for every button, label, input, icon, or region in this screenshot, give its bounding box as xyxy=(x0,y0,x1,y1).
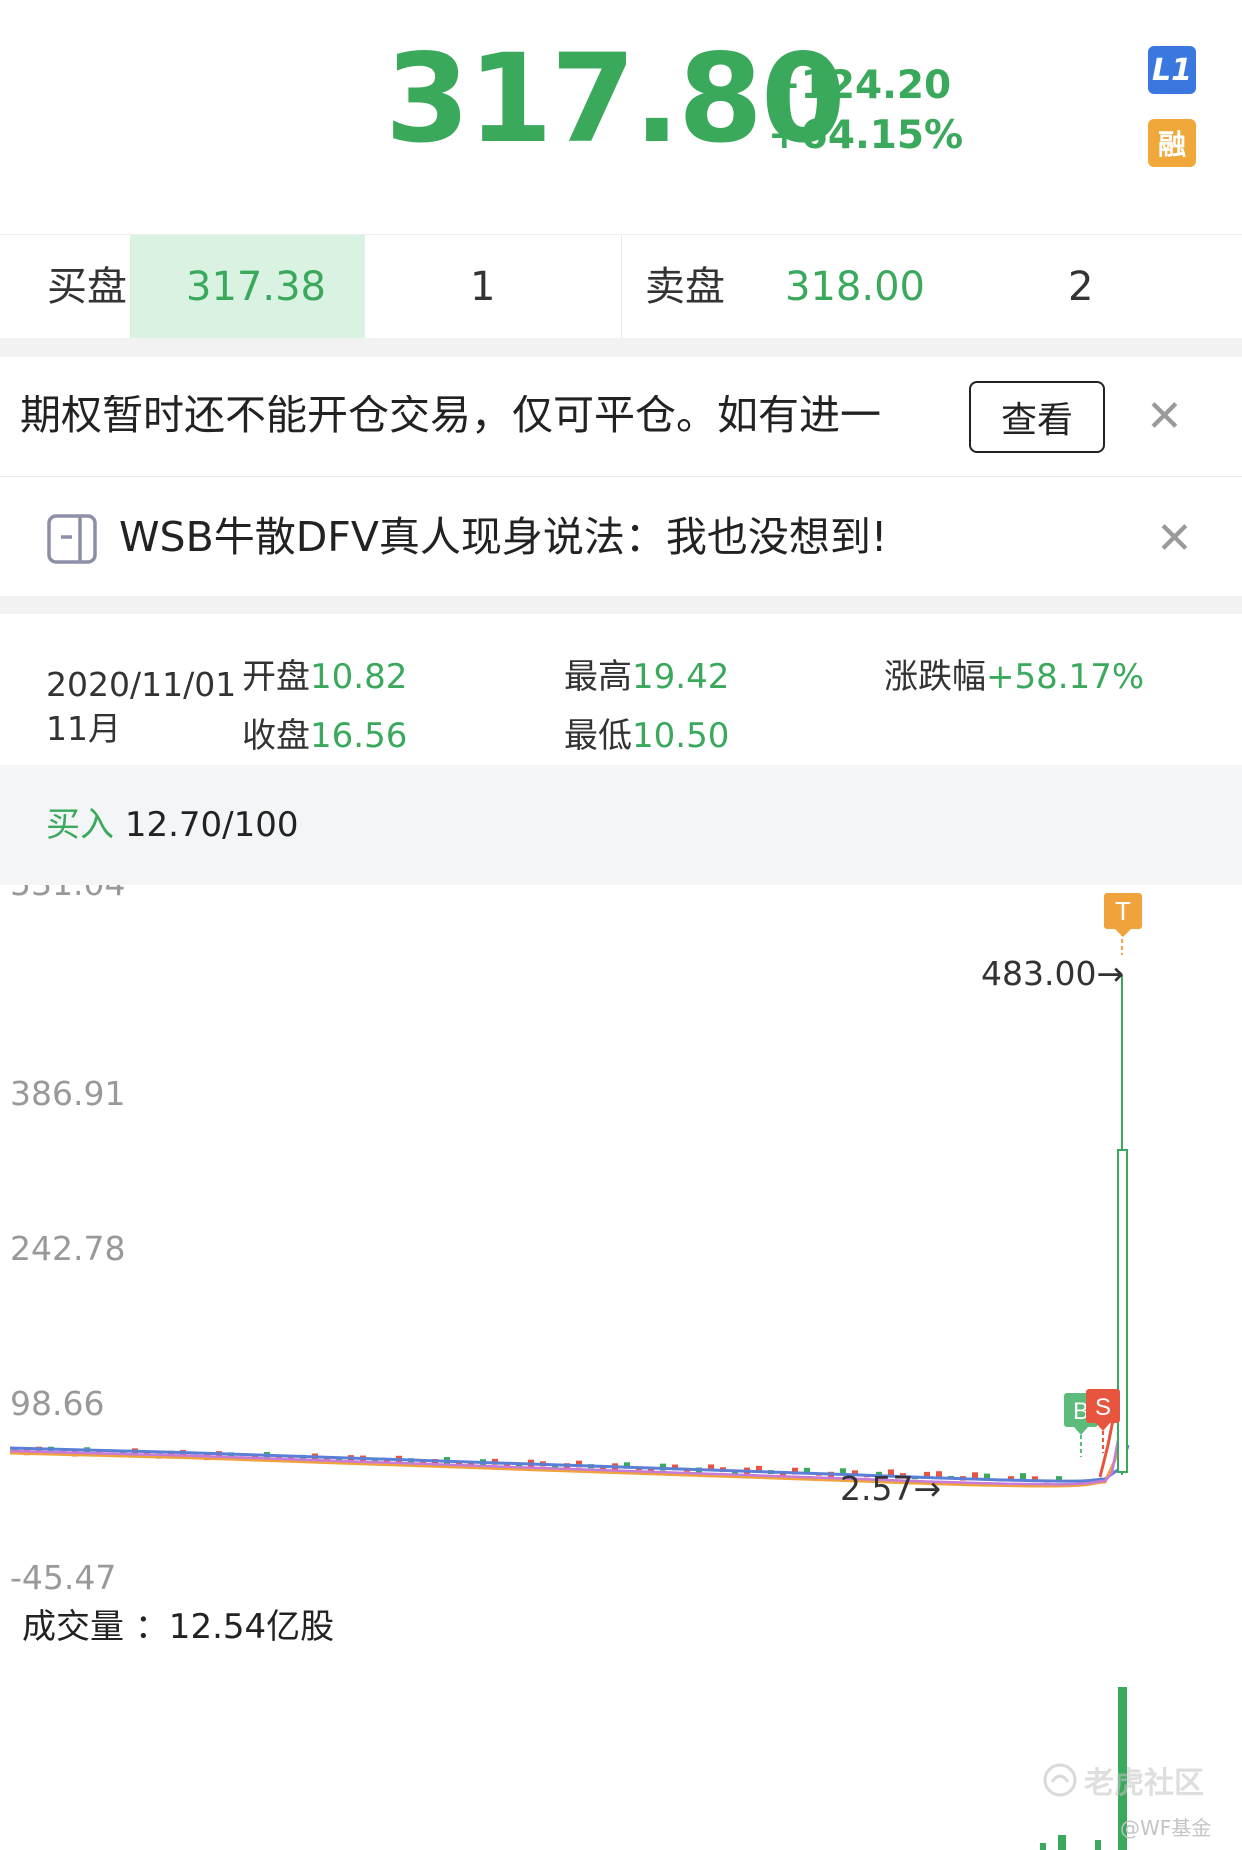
section-separator xyxy=(0,596,1242,614)
level1-badge-label: L1 xyxy=(1152,52,1192,88)
options-notice-text: 期权暂时还不能开仓交易，仅可平仓。如有进一 xyxy=(20,395,881,436)
spike-candle xyxy=(1117,1149,1128,1473)
ma-line-1 xyxy=(9,1444,1130,1483)
ask-price[interactable]: 318.00 xyxy=(785,267,925,307)
max-price-label: 483.00→ xyxy=(981,954,1125,993)
close-stat: 收盘16.56 xyxy=(242,719,407,753)
candle-period: 11月 xyxy=(46,709,121,748)
price-change-pct: +64.15% xyxy=(768,113,964,158)
trade-value: 12.70/100 xyxy=(124,805,299,845)
close-icon[interactable]: ✕ xyxy=(1146,395,1183,439)
low-value: 10.50 xyxy=(632,716,730,756)
high-stat: 最高19.42 xyxy=(564,660,729,694)
bid-label: 买盘 xyxy=(47,264,127,310)
marker-s-label: S xyxy=(1095,1394,1111,1421)
quote-bar: 买盘 317.38 1 卖盘 318.00 2 xyxy=(0,234,1242,339)
options-notice: 期权暂时还不能开仓交易，仅可平仓。如有进一 查看 ✕ xyxy=(0,357,1242,476)
section-separator xyxy=(0,338,1242,357)
ask-label: 卖盘 xyxy=(645,264,725,310)
watermark-brand: 老虎社区 xyxy=(1084,1766,1204,1801)
kline-chart[interactable]: 531.04 386.91 242.78 98.66 -45.47 T B S … xyxy=(0,885,1242,1595)
level1-badge-icon[interactable]: L1 xyxy=(1148,46,1196,94)
trade-label: 买入 xyxy=(46,805,114,845)
open-stat: 开盘10.82 xyxy=(242,660,407,694)
close-icon[interactable]: ✕ xyxy=(1156,517,1193,561)
watermark: 老虎社区 xyxy=(1042,1758,1204,1802)
trade-info[interactable]: 买入 12.70/100 xyxy=(46,808,299,842)
bid-price[interactable]: 317.38 xyxy=(186,267,326,307)
high-label: 最高 xyxy=(564,657,632,697)
watermark-author: @WF基金 xyxy=(1120,1816,1212,1840)
change-label: 涨跌幅 xyxy=(884,657,986,697)
quote-divider xyxy=(621,235,622,339)
volume-label: 成交量 xyxy=(22,1607,124,1647)
price-change: +124.20 xyxy=(768,63,952,108)
news-banner[interactable]: WSB牛散DFV真人现身说法：我也没想到! ✕ xyxy=(0,477,1242,596)
view-button[interactable]: 查看 xyxy=(969,381,1105,453)
close-label: 收盘 xyxy=(242,716,310,756)
change-value: +58.17% xyxy=(986,657,1145,697)
margin-badge-label: 融 xyxy=(1157,128,1186,161)
margin-badge-icon[interactable]: 融 xyxy=(1148,119,1196,167)
volume-chart xyxy=(1040,1687,1127,1850)
marker-t-label: T xyxy=(1115,896,1131,926)
volume-bar xyxy=(1058,1835,1066,1850)
news-headline[interactable]: WSB牛散DFV真人现身说法：我也没想到! xyxy=(119,517,887,558)
volume-bar xyxy=(1040,1843,1046,1850)
volume-value: ：12.54亿股 xyxy=(134,1607,335,1647)
min-price-label: 2.57→ xyxy=(840,1469,942,1508)
candle-date: 2020/11/01 xyxy=(46,665,237,704)
open-value: 10.82 xyxy=(310,657,408,697)
ask-qty: 2 xyxy=(1068,264,1094,310)
tiger-logo-icon xyxy=(1043,1763,1077,1797)
trade-bar: 买入 12.70/100 xyxy=(0,765,1242,885)
low-stat: 最低10.50 xyxy=(564,719,729,753)
open-label: 开盘 xyxy=(242,657,310,697)
high-value: 19.42 xyxy=(632,657,730,697)
volume-bar xyxy=(1095,1840,1101,1850)
volume-title: 成交量 ：12.54亿股 xyxy=(22,1610,334,1644)
close-value: 16.56 xyxy=(310,716,408,756)
change-stat: 涨跌幅+58.17% xyxy=(884,660,1144,694)
low-label: 最低 xyxy=(564,716,632,756)
news-icon xyxy=(46,513,98,569)
bid-qty: 1 xyxy=(470,264,496,310)
